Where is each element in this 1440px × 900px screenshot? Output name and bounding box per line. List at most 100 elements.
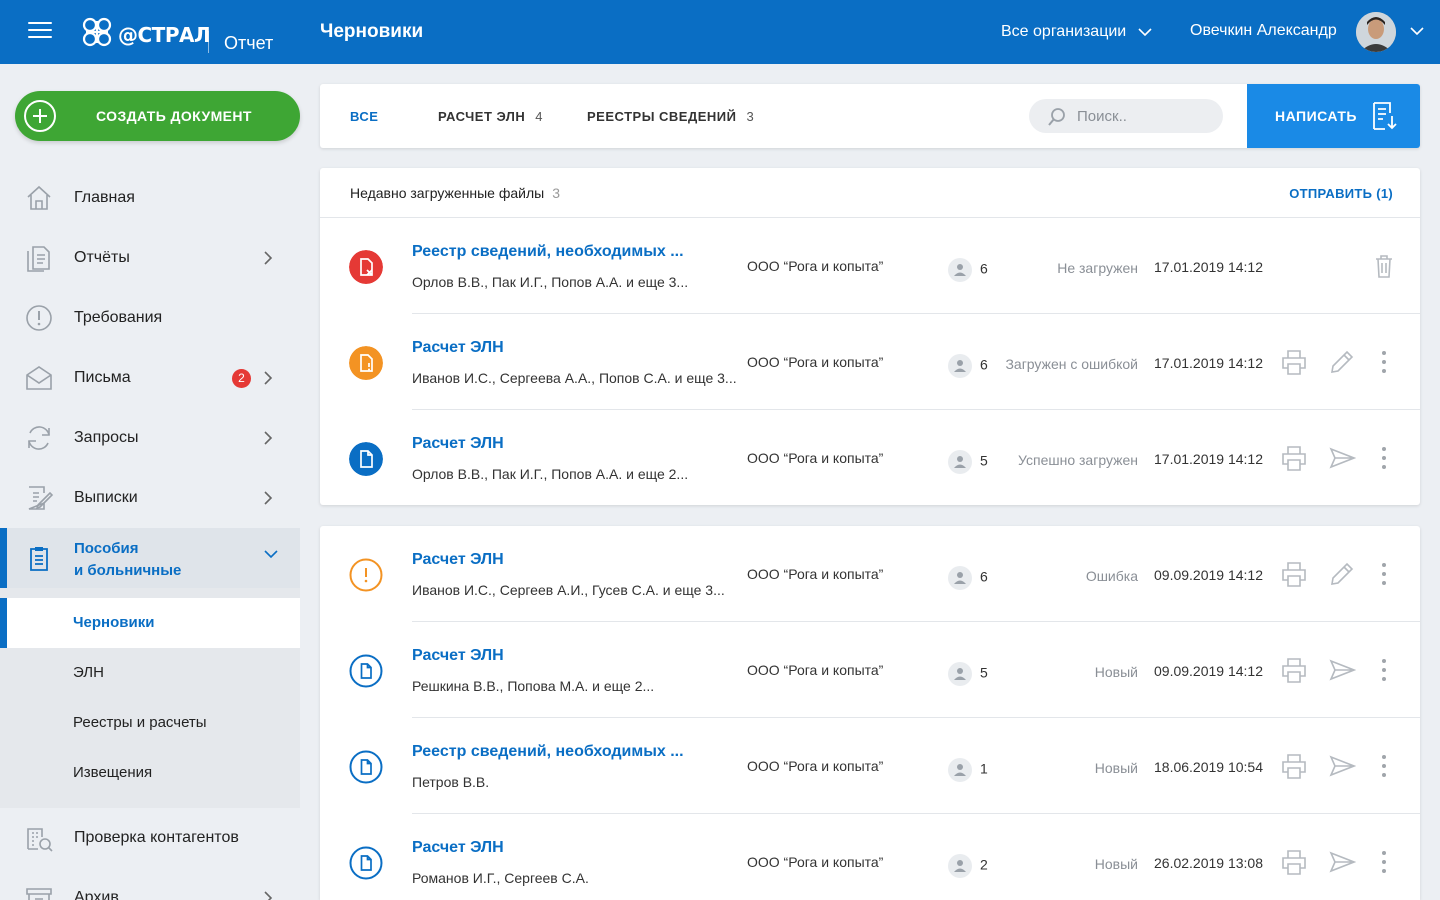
- more-vertical-icon[interactable]: [1370, 444, 1398, 472]
- pencil-icon[interactable]: [1328, 560, 1356, 588]
- sidebar-item-requests[interactable]: Запросы: [0, 408, 300, 468]
- label-line-1: Пособия: [74, 540, 139, 557]
- doc-outline-icon: [349, 750, 383, 784]
- person-icon: [948, 354, 972, 378]
- sidebar-subitem-drafts[interactable]: Черновики: [0, 598, 300, 648]
- document-date: 09.09.2019 14:12: [1154, 567, 1263, 583]
- print-icon[interactable]: [1280, 656, 1308, 684]
- more-vertical-icon[interactable]: [1370, 560, 1398, 588]
- tab-count: 3: [746, 109, 755, 124]
- person-icon: [948, 566, 972, 590]
- more-vertical-icon[interactable]: [1370, 656, 1398, 684]
- print-icon[interactable]: [1280, 348, 1308, 376]
- create-document-button[interactable]: СОЗДАТЬ ДОКУМЕНТ: [15, 91, 300, 141]
- list-item[interactable]: Расчет ЭЛН Орлов В.В., Пак И.Г., Попов А…: [320, 410, 1420, 506]
- person-count: 6: [948, 566, 988, 590]
- tab-label: ВСЕ: [350, 109, 379, 124]
- document-persons: Петров В.В.: [412, 774, 490, 790]
- document-title[interactable]: Расчет ЭЛН: [412, 435, 504, 453]
- pencil-icon[interactable]: [1328, 348, 1356, 376]
- document-date: 26.02.2019 13:08: [1154, 855, 1263, 871]
- avatar[interactable]: [1356, 12, 1396, 52]
- subitem-label: Реестры и расчеты: [73, 714, 207, 731]
- print-icon[interactable]: [1280, 560, 1308, 588]
- document-status: Ошибка: [1085, 568, 1138, 584]
- document-title[interactable]: Расчет ЭЛН: [412, 339, 504, 357]
- person-count: 5: [948, 662, 988, 686]
- send-button[interactable]: ОТПРАВИТЬ (1): [1289, 186, 1393, 201]
- document-title[interactable]: Реестр сведений, необходимых ...: [412, 743, 684, 761]
- send-icon[interactable]: [1328, 444, 1356, 472]
- sidebar-item-statements[interactable]: Выписки: [0, 468, 300, 528]
- trash-icon[interactable]: [1370, 252, 1398, 280]
- clipboard-icon: [30, 547, 48, 571]
- more-vertical-icon[interactable]: [1370, 848, 1398, 876]
- sidebar-item-archive[interactable]: Архив: [0, 868, 300, 900]
- menu-icon[interactable]: [28, 22, 52, 42]
- person-icon: [948, 258, 972, 282]
- write-button[interactable]: НАПИСАТЬ: [1247, 84, 1420, 148]
- document-status: Не загружен: [1057, 260, 1138, 276]
- search-box[interactable]: [1029, 99, 1223, 133]
- tab-count: 4: [535, 109, 544, 124]
- document-title[interactable]: Расчет ЭЛН: [412, 839, 504, 857]
- organization-selector[interactable]: Все организации: [1001, 23, 1152, 41]
- print-icon[interactable]: [1280, 848, 1308, 876]
- list-item[interactable]: Реестр сведений, необходимых ... Орлов В…: [320, 218, 1420, 314]
- sidebar-item-requirements[interactable]: Требования: [0, 288, 300, 348]
- doc-warning-icon: [349, 346, 383, 380]
- person-count-value: 6: [980, 260, 988, 277]
- doc-success-icon: [349, 442, 383, 476]
- document-date: 17.01.2019 14:12: [1154, 451, 1263, 467]
- print-icon[interactable]: [1280, 752, 1308, 780]
- user-menu-chevron-icon[interactable]: [1410, 27, 1424, 35]
- person-count-value: 5: [980, 664, 988, 681]
- sidebar-item-reports[interactable]: Отчёты: [0, 228, 300, 288]
- sidebar-item-label: Выписки: [74, 489, 138, 506]
- sidebar-item-label: Требования: [74, 309, 163, 326]
- sidebar-subitem-registers[interactable]: Реестры и расчеты: [0, 698, 300, 748]
- chevron-down-icon: [264, 550, 278, 559]
- chevron-right-icon: [264, 891, 273, 900]
- person-count: 6: [948, 258, 988, 282]
- logo[interactable]: @СТРАЛ: [80, 14, 211, 50]
- label-line-2: и больничные: [74, 562, 182, 579]
- user-name[interactable]: Овечкин Александр: [1190, 22, 1337, 40]
- list-item[interactable]: Расчет ЭЛН Романов И.Г., Сергеев С.А. ОО…: [320, 814, 1420, 900]
- document-title[interactable]: Расчет ЭЛН: [412, 647, 504, 665]
- top-bar: @СТРАЛ Отчет Черновики Все организации О…: [0, 0, 1440, 64]
- sidebar-subitem-notices[interactable]: Извещения: [0, 748, 300, 798]
- sidebar-subitem-eln[interactable]: ЭЛН: [0, 648, 300, 698]
- print-icon[interactable]: [1280, 444, 1308, 472]
- list-item[interactable]: Реестр сведений, необходимых ... Петров …: [320, 718, 1420, 814]
- document-status: Успешно загружен: [1018, 452, 1138, 468]
- send-icon[interactable]: [1328, 848, 1356, 876]
- person-count-value: 5: [980, 452, 988, 469]
- sidebar-item-label: Архив: [74, 889, 119, 900]
- benefits-submenu: Черновики ЭЛН Реестры и расчеты Извещени…: [0, 588, 300, 808]
- send-icon[interactable]: [1328, 656, 1356, 684]
- drafts-card: Расчет ЭЛН Иванов И.С., Сергеев А.И., Гу…: [320, 526, 1420, 900]
- document-title[interactable]: Расчет ЭЛН: [412, 551, 504, 569]
- tab-all[interactable]: ВСЕ: [350, 109, 378, 124]
- sidebar-item-home[interactable]: Главная: [0, 168, 300, 228]
- sidebar-item-counterparty-check[interactable]: Проверка контагентов: [0, 808, 300, 868]
- search-input[interactable]: [1077, 99, 1217, 133]
- document-status: Загружен с ошибкой: [1005, 356, 1138, 372]
- document-org: ООО “Рога и копыта”: [747, 566, 884, 582]
- person-count: 6: [948, 354, 988, 378]
- subitem-label: ЭЛН: [73, 664, 104, 681]
- sidebar-item-label: Пособия и больничные: [74, 538, 181, 582]
- send-icon[interactable]: [1328, 752, 1356, 780]
- list-item[interactable]: Расчет ЭЛН Решкина В.В., Попова М.А. и е…: [320, 622, 1420, 718]
- sidebar-item-letters[interactable]: Письма 2: [0, 348, 300, 408]
- sidebar-item-benefits[interactable]: Пособия и больничные: [0, 528, 300, 588]
- list-item[interactable]: Расчет ЭЛН Иванов И.С., Сергеев А.И., Гу…: [320, 526, 1420, 622]
- document-title[interactable]: Реестр сведений, необходимых ...: [412, 243, 684, 261]
- list-item[interactable]: Расчет ЭЛН Иванов И.С., Сергеева А.А., П…: [320, 314, 1420, 410]
- recent-files-title: Недавно загруженные файлы 3: [350, 185, 560, 201]
- more-vertical-icon[interactable]: [1370, 348, 1398, 376]
- tab-eln-calc[interactable]: РАСЧЕТ ЭЛН 4: [438, 109, 543, 124]
- more-vertical-icon[interactable]: [1370, 752, 1398, 780]
- tab-registers[interactable]: РЕЕСТРЫ СВЕДЕНИЙ 3: [587, 109, 754, 124]
